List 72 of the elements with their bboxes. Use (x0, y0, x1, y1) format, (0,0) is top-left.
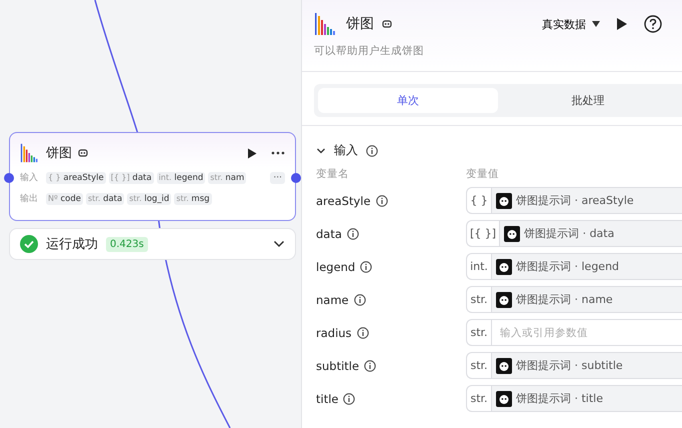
help-icon[interactable] (644, 15, 662, 33)
more-icon[interactable] (271, 151, 285, 155)
bar-chart-icon (314, 12, 338, 36)
reference-value: 饼图提示词 · name (516, 292, 613, 307)
info-icon[interactable] (376, 194, 388, 206)
section-title: 输入 (334, 142, 358, 159)
column-header: 变量名 (316, 167, 350, 181)
tab[interactable]: 单次 (318, 88, 498, 113)
value-field[interactable]: str. 饼图提示词 · title (466, 385, 682, 412)
info-icon[interactable] (356, 326, 369, 338)
variable-name: legend (316, 260, 356, 274)
port-handle[interactable] (4, 173, 14, 183)
panel-title: 饼图 (346, 15, 374, 33)
param-tag: str. log_id (127, 192, 172, 204)
bot-icon (78, 148, 88, 158)
bot-avatar-icon (496, 358, 512, 374)
more-button[interactable]: ··· (270, 172, 285, 184)
status-text: 运行成功 (46, 236, 98, 253)
param-tag: int. legend (156, 172, 206, 184)
bot-avatar-icon (496, 390, 512, 406)
value-field[interactable]: int. 饼图提示词 · legend (466, 253, 682, 280)
reference-value: 饼图提示词 · data (524, 226, 614, 241)
reference-value: 饼图提示词 · subtitle (516, 358, 623, 373)
data-mode-dropdown[interactable]: 真实数据 (542, 16, 600, 32)
info-icon[interactable] (354, 294, 366, 306)
column-header: 变量值 (466, 167, 500, 181)
chevron-down-icon[interactable] (316, 146, 326, 156)
value-field[interactable]: str. 饼图提示词 · name (466, 286, 682, 313)
info-icon[interactable] (346, 228, 359, 240)
port-handle[interactable] (291, 173, 301, 183)
reference-value: 饼图提示词 · areaStyle (516, 193, 634, 208)
variable-name: radius (316, 326, 352, 340)
bot-avatar-icon (496, 292, 512, 308)
bot-avatar-icon (504, 226, 520, 242)
node-card[interactable]: 饼图 输入 { } areaStyle [{ }] data int. legend str. nam ··· 输出 Nº code str. data str. log_id str. msg (9, 132, 296, 221)
success-check-icon (20, 235, 38, 253)
info-icon[interactable] (364, 360, 376, 372)
node-title: 饼图 (46, 145, 72, 162)
variable-name: subtitle (316, 358, 360, 372)
play-icon[interactable] (616, 17, 628, 31)
outputs-label: 输出 (20, 192, 39, 205)
variable-name: title (316, 392, 338, 406)
param-tag: str. msg (174, 192, 212, 204)
value-field[interactable]: str. 饼图提示词 · subtitle (466, 352, 682, 379)
bot-avatar-icon (496, 258, 512, 274)
inputs-label: 输入 (20, 172, 39, 184)
param-tag: [{ }] data (108, 172, 154, 184)
param-tag: str. nam (208, 172, 246, 184)
param-tag: str. data (86, 192, 124, 204)
info-icon[interactable] (343, 392, 356, 404)
bot-avatar-icon (496, 192, 512, 208)
panel-description: 可以帮助用户生成饼图 (314, 44, 425, 58)
value-field[interactable]: [{ }] 饼图提示词 · data (466, 220, 682, 247)
value-field[interactable]: str. 输入或引用参数值 (466, 319, 682, 346)
caret-icon (592, 21, 600, 27)
bot-icon (382, 19, 392, 29)
tab[interactable]: 批处理 (498, 88, 678, 113)
info-icon[interactable] (366, 144, 378, 156)
variable-name: name (316, 292, 349, 306)
reference-value: 饼图提示词 · legend (516, 259, 620, 274)
param-tag: Nº code (46, 192, 83, 204)
reference-value: 饼图提示词 · title (516, 391, 603, 406)
variable-name: data (316, 226, 342, 240)
value-field[interactable]: { } 饼图提示词 · areaStyle (466, 187, 682, 214)
variable-name: areaStyle (316, 194, 371, 208)
chevron-down-icon[interactable] (273, 240, 285, 248)
param-tag: { } areaStyle (46, 172, 106, 184)
play-icon[interactable] (247, 148, 257, 158)
info-icon[interactable] (360, 260, 372, 272)
duration-badge: 0.423s (106, 236, 148, 252)
run-status-card[interactable]: 运行成功 0.423s (9, 228, 296, 260)
bar-chart-icon (20, 143, 40, 163)
